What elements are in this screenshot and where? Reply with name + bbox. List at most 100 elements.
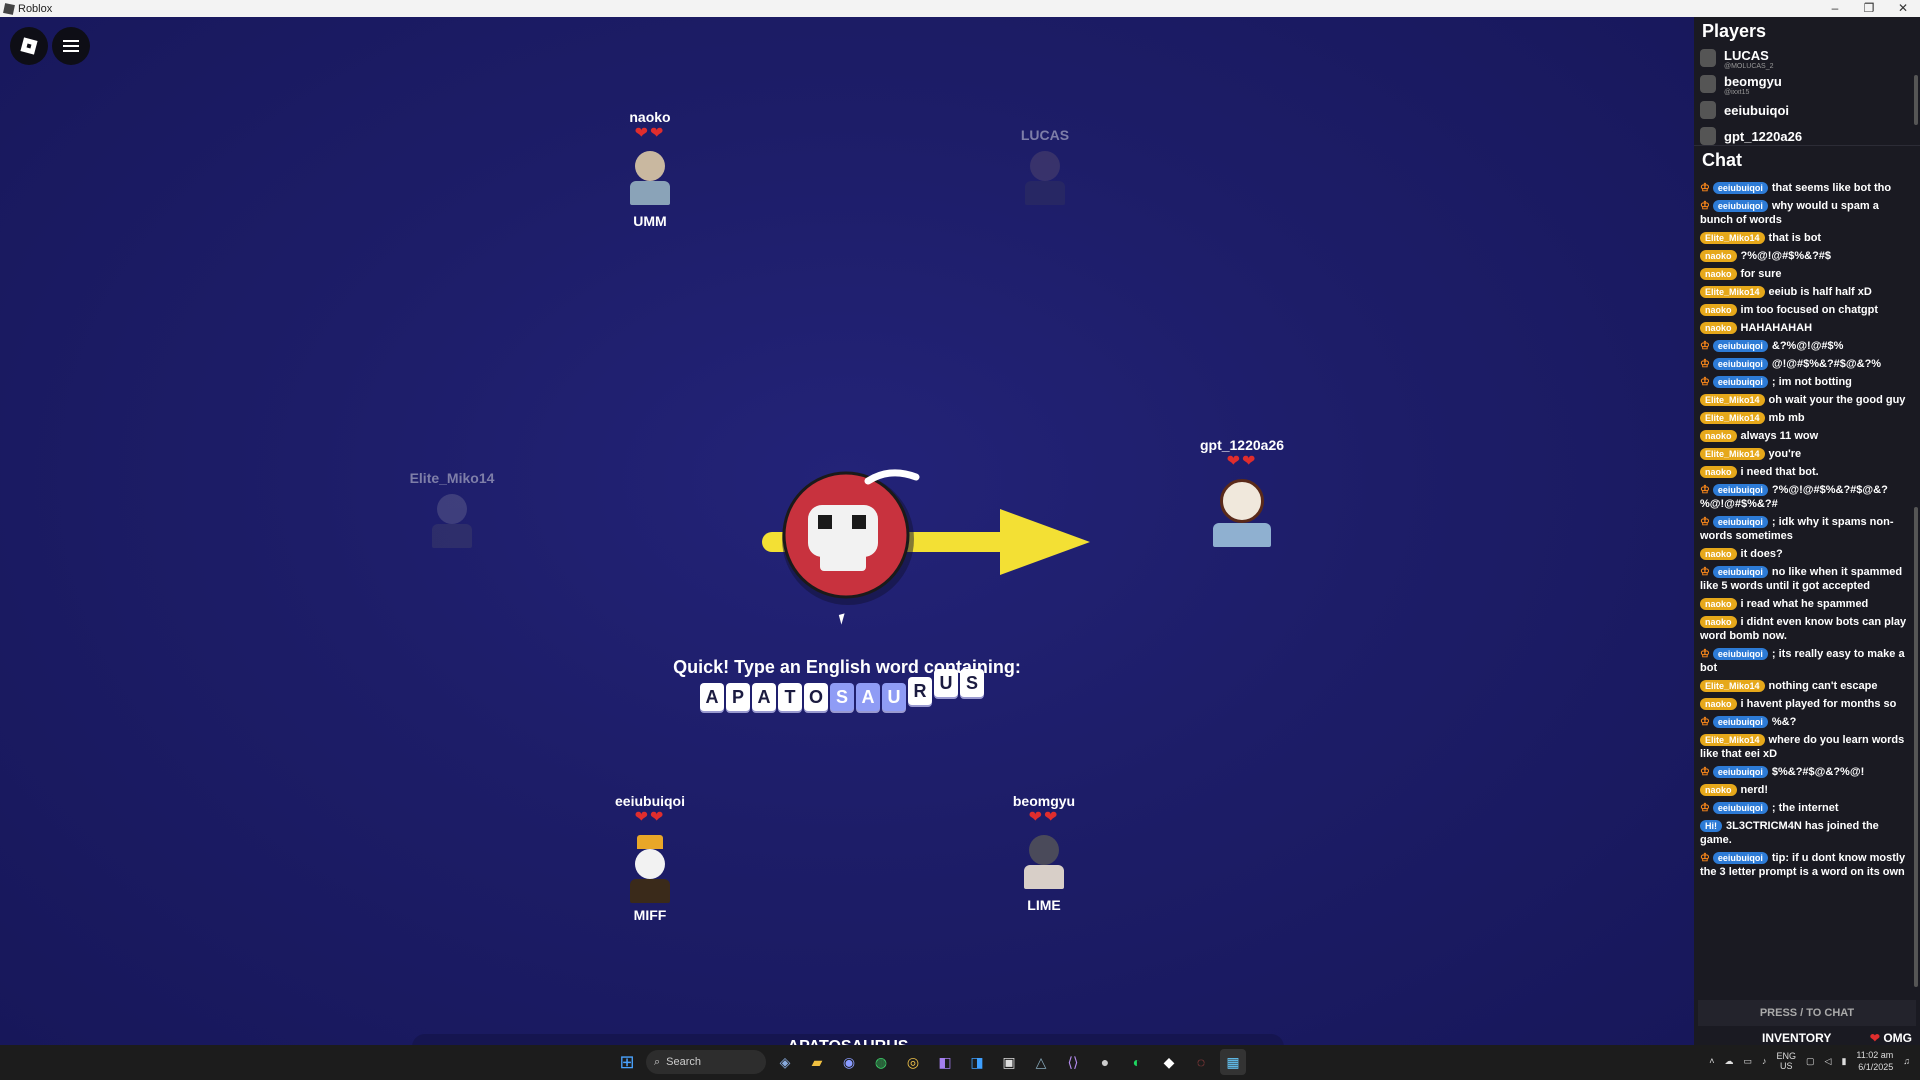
chat-username-tag[interactable]: eeiubuiqoi bbox=[1712, 340, 1768, 352]
chat-text: i read what he spammed bbox=[1740, 598, 1869, 610]
chat-username-tag[interactable]: Elite_Miko14 bbox=[1700, 734, 1765, 746]
chat-username-tag[interactable]: naoko bbox=[1700, 466, 1737, 478]
chat-username-tag[interactable]: Elite_Miko14 bbox=[1700, 286, 1765, 298]
roblox-menu-button[interactable] bbox=[10, 27, 48, 65]
microphone-icon[interactable]: ♪ bbox=[1762, 1056, 1767, 1066]
press-to-chat-button[interactable]: PRESS / TO CHAT bbox=[1698, 1000, 1916, 1026]
sidebar: Players LUCAS @MOLUCAS_2 beomgyu @ixxt15 e… bbox=[1694, 17, 1920, 1045]
chat-username-tag[interactable]: naoko bbox=[1700, 430, 1737, 442]
language-indicator[interactable]: ENG US bbox=[1776, 1051, 1796, 1071]
chat-username-tag[interactable]: eeiubuiqoi bbox=[1712, 200, 1768, 212]
player-row[interactable]: eeiubuiqoi bbox=[1694, 97, 1920, 123]
minimize-button[interactable]: – bbox=[1818, 0, 1852, 17]
chat-username-tag[interactable]: eeiubuiqoi bbox=[1712, 766, 1768, 778]
record-app-icon[interactable]: ◌ bbox=[1188, 1049, 1214, 1075]
chat-text: always 11 wow bbox=[1740, 430, 1819, 442]
volume-icon[interactable]: ◁ bbox=[1825, 1056, 1832, 1067]
spotify-icon[interactable]: ◐ bbox=[1124, 1049, 1150, 1075]
crown-icon: ♔ bbox=[1700, 766, 1710, 778]
app-icon[interactable]: ▣ bbox=[996, 1049, 1022, 1075]
battery-icon[interactable]: ▮ bbox=[1841, 1056, 1846, 1067]
chat-text: it does? bbox=[1740, 548, 1783, 560]
notification-bell-icon[interactable]: ♫ bbox=[1903, 1056, 1910, 1066]
code-app-icon[interactable]: ⟨⟩ bbox=[1060, 1049, 1086, 1075]
chat-username-tag[interactable]: naoko bbox=[1700, 304, 1737, 316]
hearts-icon: ❤❤ bbox=[1226, 453, 1258, 470]
chat-username-tag[interactable]: naoko bbox=[1700, 268, 1737, 280]
hearts-icon: ❤❤ bbox=[634, 809, 666, 826]
roblox-studio-icon[interactable]: ▦ bbox=[1220, 1049, 1246, 1075]
chat-message: Elite_Miko14 oh wait your the good guy bbox=[1694, 391, 1916, 409]
visual-studio-icon[interactable]: ◧ bbox=[932, 1049, 958, 1075]
chat-username-tag[interactable]: Hi! bbox=[1700, 820, 1722, 832]
chat-username-tag[interactable]: naoko bbox=[1700, 322, 1737, 334]
players-scrollbar[interactable] bbox=[1914, 75, 1918, 125]
copilot-icon[interactable]: ◈ bbox=[772, 1049, 798, 1075]
player-naoko: naoko ❤❤ UMM bbox=[560, 109, 740, 229]
letter-tile: P bbox=[726, 683, 750, 711]
crown-icon: ♔ bbox=[1700, 484, 1710, 496]
game-viewport[interactable]: naoko ❤❤ UMM LUCAS Elite_Miko14 gpt_1220… bbox=[0, 17, 1694, 1045]
player-avatar bbox=[1212, 479, 1272, 547]
chat-username-tag[interactable]: eeiubuiqoi bbox=[1712, 484, 1768, 496]
chat-username-tag[interactable]: naoko bbox=[1700, 784, 1737, 796]
hamburger-menu-button[interactable] bbox=[52, 27, 90, 65]
taskbar-search[interactable]: ⌕ Search bbox=[646, 1050, 766, 1074]
players-list[interactable]: LUCAS @MOLUCAS_2 beomgyu @ixxt15 eeiubuiqo… bbox=[1694, 45, 1920, 146]
chat-username-tag[interactable]: naoko bbox=[1700, 616, 1737, 628]
triangle-app-icon[interactable]: △ bbox=[1028, 1049, 1054, 1075]
chrome-icon[interactable]: ◎ bbox=[900, 1049, 926, 1075]
chevron-up-icon[interactable]: ˄ bbox=[1709, 1056, 1714, 1066]
player-row[interactable]: beomgyu @ixxt15 bbox=[1694, 71, 1920, 97]
player-avatar bbox=[627, 835, 673, 903]
player-name: naoko bbox=[629, 109, 671, 125]
vscode-icon[interactable]: ◨ bbox=[964, 1049, 990, 1075]
close-button[interactable]: ✕ bbox=[1886, 0, 1920, 17]
clock[interactable]: 11:02 am 6/1/2025 bbox=[1856, 1049, 1893, 1073]
chat-username-tag[interactable]: eeiubuiqoi bbox=[1712, 852, 1768, 864]
chat-message: ♔ eeiubuiqoi; its really easy to make a b… bbox=[1694, 645, 1916, 677]
chat-username-tag[interactable]: Elite_Miko14 bbox=[1700, 448, 1765, 460]
player-elite-miko14: Elite_Miko14 bbox=[362, 470, 542, 550]
chat-username-tag[interactable]: eeiubuiqoi bbox=[1712, 182, 1768, 194]
chat-username-tag[interactable]: eeiubuiqoi bbox=[1712, 516, 1768, 528]
chat-message: ♔ eeiubuiqoi why would u spam a bunch of w… bbox=[1694, 197, 1916, 229]
player-row[interactable]: LUCAS @MOLUCAS_2 bbox=[1694, 45, 1920, 71]
chat-username-tag[interactable]: Elite_Miko14 bbox=[1700, 394, 1765, 406]
discord-icon[interactable]: ◉ bbox=[836, 1049, 862, 1075]
chat-username-tag[interactable]: naoko bbox=[1700, 250, 1737, 262]
chat-username-tag[interactable]: eeiubuiqoi bbox=[1712, 358, 1768, 370]
chat-username-tag[interactable]: Elite_Miko14 bbox=[1700, 232, 1765, 244]
chat-username-tag[interactable]: naoko bbox=[1700, 598, 1737, 610]
bomb-with-arrow bbox=[762, 469, 1090, 605]
onedrive-icon[interactable]: ☁ bbox=[1724, 1056, 1733, 1067]
chat-username-tag[interactable]: naoko bbox=[1700, 548, 1737, 560]
roblox-taskbar-icon[interactable]: ◆ bbox=[1156, 1049, 1182, 1075]
word-input[interactable]: APATOSAURUS bbox=[412, 1034, 1284, 1045]
chat-username-tag[interactable]: naoko bbox=[1700, 698, 1737, 710]
crown-icon: ♔ bbox=[1700, 802, 1710, 814]
file-explorer-icon[interactable]: ▰ bbox=[804, 1049, 830, 1075]
player-row[interactable]: gpt_1220a26 bbox=[1694, 123, 1920, 145]
chat-username-tag[interactable]: eeiubuiqoi bbox=[1712, 802, 1768, 814]
chat-scrollbar[interactable] bbox=[1914, 507, 1918, 987]
whatsapp-icon[interactable]: ◍ bbox=[868, 1049, 894, 1075]
chat-username-tag[interactable]: eeiubuiqoi bbox=[1712, 716, 1768, 728]
chat-text: for sure bbox=[1740, 268, 1782, 280]
chat-username-tag[interactable]: eeiubuiqoi bbox=[1712, 566, 1768, 578]
windows-start-icon[interactable]: ⊞ bbox=[614, 1049, 640, 1075]
chat-message: naoko nerd! bbox=[1694, 781, 1916, 799]
display-icon[interactable]: ▢ bbox=[1806, 1056, 1815, 1067]
chat-messages[interactable]: ♔ eeiubuiqoi that seems like bot tho ♔ eeiub… bbox=[1694, 179, 1916, 999]
chat-username-tag[interactable]: Elite_Miko14 bbox=[1700, 680, 1765, 692]
inventory-button[interactable]: INVENTORY bbox=[1762, 1031, 1831, 1045]
chat-username-tag[interactable]: Elite_Miko14 bbox=[1700, 412, 1765, 424]
chat-username-tag[interactable]: eeiubuiqoi bbox=[1712, 648, 1768, 660]
apple-icon[interactable]: ● bbox=[1092, 1049, 1118, 1075]
restore-button[interactable]: ❐ bbox=[1852, 0, 1886, 17]
network-icon[interactable]: ▭ bbox=[1743, 1056, 1752, 1067]
omg-label: OMG bbox=[1883, 1030, 1912, 1045]
chat-username-tag[interactable]: eeiubuiqoi bbox=[1712, 376, 1768, 388]
player-name: beomgyu bbox=[1012, 793, 1076, 809]
hamburger-icon bbox=[63, 40, 79, 52]
